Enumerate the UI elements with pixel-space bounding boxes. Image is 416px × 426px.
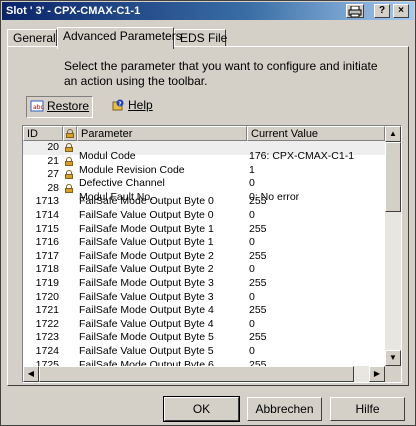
context-help-button[interactable]: ? — [374, 4, 390, 18]
horizontal-scrollbar[interactable]: ◀ ▶ — [23, 366, 385, 382]
row-current-value: 0 — [249, 290, 255, 303]
table-row[interactable]: 1718 FailSafe Value Output Byte 2 0 — [23, 263, 385, 277]
row-current-value: 255 — [249, 222, 267, 235]
table-row[interactable]: 1724 FailSafe Value Output Byte 5 0 — [23, 345, 385, 359]
lock-icon — [65, 170, 73, 180]
row-parameter: FailSafe Mode Output Byte 4 — [79, 304, 214, 317]
table-row[interactable]: 20 Modul Code 176: CPX-CMAX-C1-1 — [23, 141, 385, 162]
row-current-value: 0 — [249, 208, 255, 221]
row-id: 20 — [47, 141, 59, 153]
column-header-parameter[interactable]: Parameter — [77, 126, 247, 141]
table-row[interactable]: 1713 FailSafe Mode Output Byte 0 255 — [23, 195, 385, 209]
table-row[interactable]: 21 Module Revision Code 1 — [23, 154, 385, 176]
column-header-current-value[interactable]: Current Value — [247, 126, 385, 141]
horizontal-scroll-thumb[interactable] — [39, 366, 354, 382]
help-button[interactable]: Hilfe — [330, 397, 405, 421]
lock-icon — [66, 129, 74, 138]
row-parameter: FailSafe Mode Output Byte 0 — [79, 195, 214, 208]
table-row[interactable]: 1723 FailSafe Mode Output Byte 5 255 — [23, 331, 385, 345]
row-id: 27 — [47, 168, 59, 181]
intro-text: Select the parameter that you want to co… — [64, 59, 378, 88]
column-header-lock[interactable] — [63, 126, 77, 141]
row-parameter: FailSafe Mode Output Byte 5 — [79, 331, 214, 344]
lock-icon — [65, 156, 73, 166]
row-current-value: 255 — [249, 331, 267, 344]
tab-panel: Select the parameter that you want to co… — [7, 46, 409, 386]
column-header-id[interactable]: ID — [23, 126, 63, 141]
table-row[interactable]: 27 Defective Channel 0 — [23, 168, 385, 189]
scroll-right-button[interactable]: ▶ — [369, 366, 385, 382]
printer-icon[interactable] — [346, 4, 364, 18]
table-row[interactable]: 1721 FailSafe Mode Output Byte 4 255 — [23, 304, 385, 318]
help-icon: ? — [111, 98, 125, 111]
row-id: 1716 — [35, 236, 59, 249]
row-current-value: 255 — [249, 195, 267, 208]
restore-label: Restore — [47, 99, 90, 113]
grid-rows: 20 Modul Code 176: CPX-CMAX-C1-1 21 Module R… — [23, 141, 385, 372]
svg-text:abc: abc — [33, 104, 44, 111]
row-parameter: FailSafe Mode Output Byte 2 — [79, 249, 214, 262]
table-row[interactable]: 1715 FailSafe Mode Output Byte 1 255 — [23, 223, 385, 237]
row-id: 1717 — [35, 249, 59, 262]
table-row[interactable]: 1719 FailSafe Mode Output Byte 3 255 — [23, 277, 385, 291]
table-row[interactable]: 1717 FailSafe Mode Output Byte 2 255 — [23, 250, 385, 264]
table-row[interactable]: 28 Modul Fault No. 0: No error — [23, 181, 385, 203]
row-id: 1722 — [35, 317, 59, 330]
row-id: 1721 — [35, 304, 59, 317]
scroll-up-button[interactable]: ▲ — [385, 126, 401, 142]
row-current-value: 0 — [249, 344, 255, 357]
table-row[interactable]: 1716 FailSafe Value Output Byte 1 0 — [23, 236, 385, 250]
lock-icon — [65, 143, 73, 152]
table-row[interactable]: 1722 FailSafe Value Output Byte 4 0 — [23, 318, 385, 332]
ok-button[interactable]: OK — [163, 396, 240, 422]
restore-button[interactable]: abc Restore — [26, 96, 94, 118]
row-id: 1718 — [35, 263, 59, 276]
row-parameter: FailSafe Value Output Byte 2 — [79, 263, 214, 276]
row-parameter: FailSafe Mode Output Byte 1 — [79, 222, 214, 235]
row-current-value: 0 — [249, 263, 255, 276]
help-toolbar-button[interactable]: ? Help — [108, 96, 156, 116]
row-parameter: FailSafe Mode Output Byte 3 — [79, 276, 214, 289]
vertical-scrollbar[interactable]: ▲ ▼ — [385, 126, 401, 366]
table-row[interactable]: 1720 FailSafe Value Output Byte 3 0 — [23, 291, 385, 305]
row-id: 1723 — [35, 331, 59, 344]
table-row[interactable]: 1714 FailSafe Value Output Byte 0 0 — [23, 209, 385, 223]
tab-eds-file[interactable]: EDS File — [174, 29, 227, 47]
tab-general[interactable]: General — [7, 29, 57, 47]
row-current-value: 0 — [249, 236, 255, 249]
row-parameter: FailSafe Value Output Byte 5 — [79, 344, 214, 357]
row-id: 1715 — [35, 222, 59, 235]
svg-text:?: ? — [118, 101, 121, 107]
help-label: Help — [128, 98, 153, 112]
row-id: 1724 — [35, 344, 59, 357]
row-current-value: 255 — [249, 249, 267, 262]
row-parameter: FailSafe Value Output Byte 1 — [79, 236, 214, 249]
dialog-window: Slot ' 3' - CPX-CMAX-C1-1 ? × General Ad… — [0, 0, 416, 426]
row-id: 1720 — [35, 290, 59, 303]
restore-icon: abc — [30, 99, 44, 112]
cancel-button[interactable]: Abbrechen — [247, 397, 322, 421]
row-current-value: 255 — [249, 304, 267, 317]
parameter-grid[interactable]: ID Parameter Current Value 20 Modul Code 1… — [22, 125, 402, 383]
lock-icon — [65, 183, 73, 193]
row-current-value: 255 — [249, 276, 267, 289]
row-parameter: FailSafe Value Output Byte 0 — [79, 208, 214, 221]
row-id: 1719 — [35, 276, 59, 289]
title-bar[interactable]: Slot ' 3' - CPX-CMAX-C1-1 ? × — [2, 2, 414, 20]
close-button[interactable]: × — [393, 4, 409, 18]
row-id: 21 — [47, 154, 59, 167]
tab-advanced-parameters[interactable]: Advanced Parameters — [57, 27, 182, 49]
window-title: Slot ' 3' - CPX-CMAX-C1-1 — [6, 5, 141, 17]
row-current-value: 0 — [249, 317, 255, 330]
scroll-down-button[interactable]: ▼ — [385, 350, 401, 366]
row-id: 1713 — [35, 195, 59, 208]
scroll-left-button[interactable]: ◀ — [23, 366, 39, 382]
row-parameter: FailSafe Value Output Byte 3 — [79, 290, 214, 303]
grid-header: ID Parameter Current Value — [23, 126, 385, 141]
row-parameter: FailSafe Value Output Byte 4 — [79, 317, 214, 330]
vertical-scroll-thumb[interactable] — [385, 142, 401, 212]
row-id: 1714 — [35, 208, 59, 221]
row-id: 28 — [47, 181, 59, 194]
scrollbar-corner — [385, 366, 401, 382]
